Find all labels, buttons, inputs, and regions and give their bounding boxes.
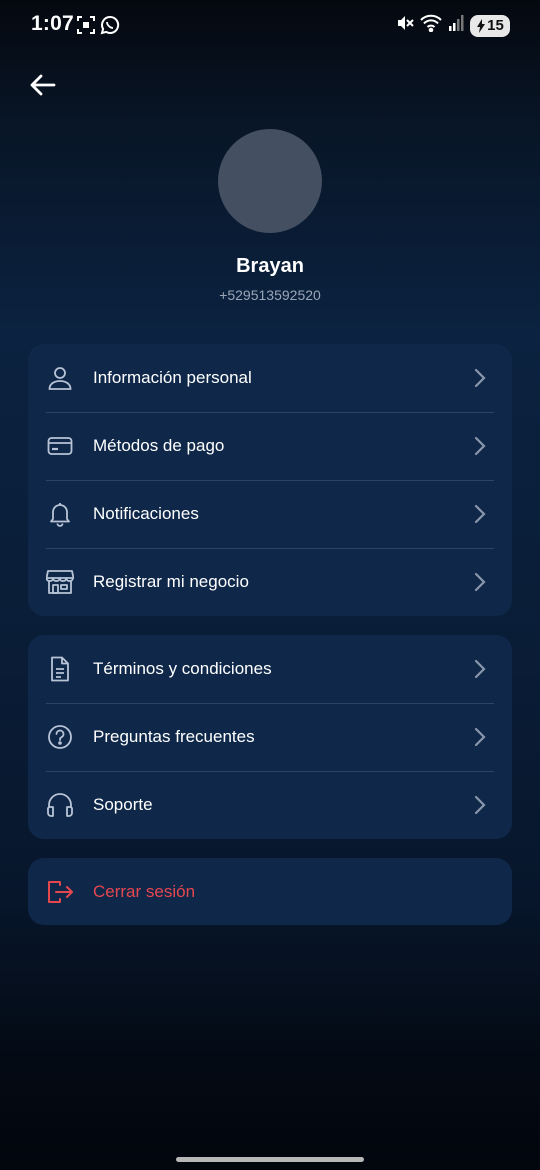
screenshot-icon <box>76 15 96 40</box>
battery-level: 15 <box>487 17 504 34</box>
status-time: 1:07 <box>31 12 74 35</box>
store-icon <box>46 568 74 596</box>
credit-card-icon <box>46 432 74 460</box>
profile-name: Brayan <box>236 255 304 277</box>
menu-label: Métodos de pago <box>93 436 225 455</box>
mute-icon <box>396 14 414 37</box>
user-icon <box>46 364 74 392</box>
menu-item-payment-methods[interactable]: Métodos de pago <box>28 412 512 480</box>
back-button[interactable] <box>26 70 60 104</box>
document-icon <box>46 655 74 683</box>
menu-label: Notificaciones <box>93 504 199 523</box>
home-indicator[interactable] <box>176 1157 364 1162</box>
profile-phone: +529513592520 <box>219 287 321 303</box>
menu-item-terms[interactable]: Términos y condiciones <box>28 635 512 703</box>
headset-icon <box>46 791 74 819</box>
status-left-icons <box>76 15 120 40</box>
chevron-right-icon <box>472 795 488 815</box>
battery-icon: 15 <box>470 14 510 37</box>
account-menu-card: Información personal Métodos de pago Not… <box>28 344 512 616</box>
logout-icon <box>46 878 74 906</box>
chevron-right-icon <box>472 659 488 679</box>
menu-item-support[interactable]: Soporte <box>28 771 512 839</box>
help-menu-card: Términos y condiciones Preguntas frecuen… <box>28 635 512 839</box>
wifi-icon <box>420 14 442 37</box>
logout-button[interactable]: Cerrar sesión <box>28 858 512 925</box>
arrow-left-icon <box>30 74 56 101</box>
menu-item-register-business[interactable]: Registrar mi negocio <box>28 548 512 616</box>
signal-icon <box>448 14 464 37</box>
menu-label: Información personal <box>93 368 252 387</box>
logout-label: Cerrar sesión <box>93 881 196 901</box>
avatar[interactable] <box>218 129 322 233</box>
chevron-right-icon <box>472 727 488 747</box>
bell-icon <box>46 500 74 528</box>
menu-label: Registrar mi negocio <box>93 572 249 591</box>
chevron-right-icon <box>472 572 488 592</box>
menu-item-faq[interactable]: Preguntas frecuentes <box>28 703 512 771</box>
chevron-right-icon <box>472 504 488 524</box>
menu-label: Términos y condiciones <box>93 659 272 678</box>
question-circle-icon <box>46 723 74 751</box>
chevron-right-icon <box>472 436 488 456</box>
chevron-right-icon <box>472 368 488 388</box>
menu-label: Soporte <box>93 795 153 814</box>
status-right-icons: 15 <box>396 14 510 37</box>
status-bar: 1:07 15 <box>0 0 540 52</box>
menu-label: Preguntas frecuentes <box>93 727 255 746</box>
logout-card: Cerrar sesión <box>28 858 512 925</box>
menu-item-notifications[interactable]: Notificaciones <box>28 480 512 548</box>
whatsapp-icon <box>100 15 120 40</box>
menu-item-personal-info[interactable]: Información personal <box>28 344 512 412</box>
